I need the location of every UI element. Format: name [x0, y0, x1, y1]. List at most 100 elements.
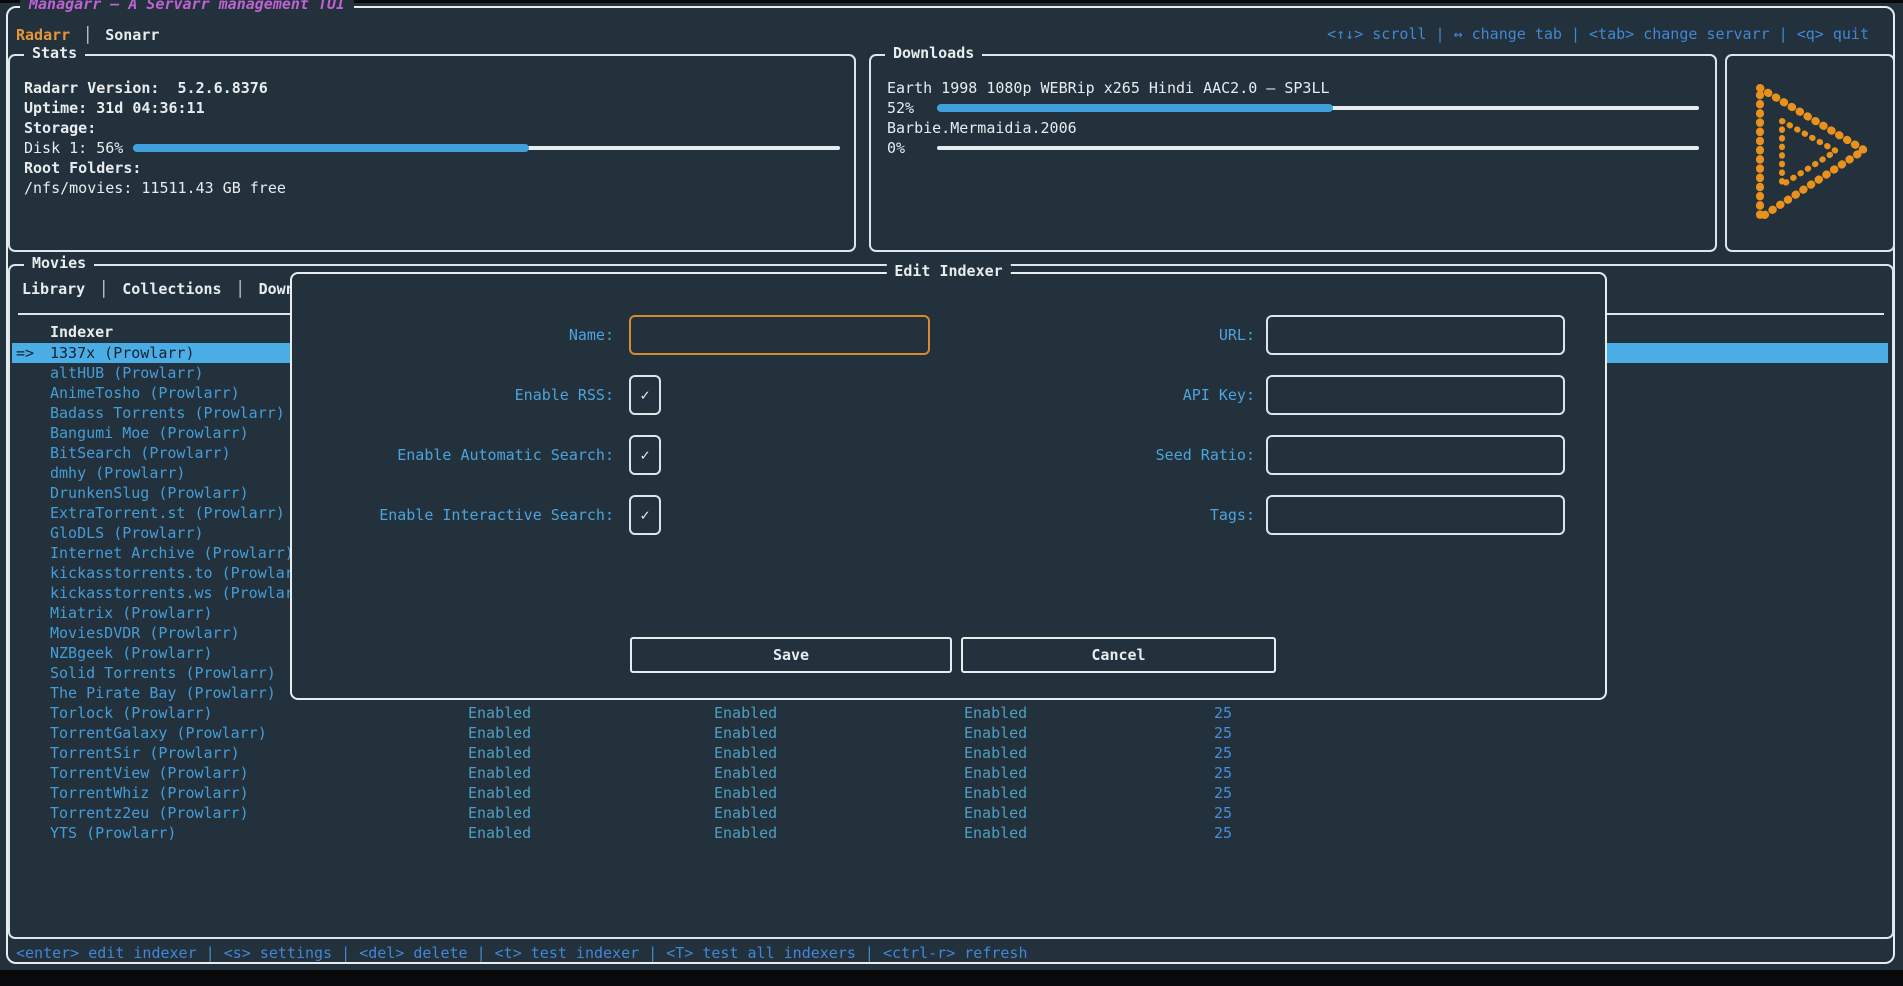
- keybind-hint-delete: <del> delete: [359, 944, 467, 962]
- enable-interactive-search-checkbox[interactable]: ✓: [629, 495, 661, 535]
- indexer-auto-search-status: Enabled: [714, 743, 777, 763]
- indexer-interactive-search-status: Enabled: [964, 763, 1027, 783]
- keybind-separator: |: [332, 944, 359, 962]
- api-key-field-label: API Key:: [952, 375, 1255, 415]
- seed-ratio-field-label: Seed Ratio:: [952, 435, 1255, 475]
- indexer-priority: 25: [1112, 783, 1232, 803]
- keybind-hint-settings: <s> settings: [224, 944, 332, 962]
- download-percent: 0%: [887, 138, 927, 158]
- indexer-auto-search-status: Enabled: [714, 783, 777, 803]
- indexer-name: Bangumi Moe (Prowlarr): [50, 424, 249, 442]
- tab-radarr[interactable]: Radarr: [16, 26, 70, 44]
- indexer-name: TorrentGalaxy (Prowlarr): [50, 724, 267, 742]
- enable-rss-checkbox[interactable]: ✓: [629, 375, 661, 415]
- disk-usage-progressbar: [133, 146, 840, 150]
- indexer-auto-search-status: Enabled: [714, 803, 777, 823]
- tab-collections[interactable]: Collections: [122, 280, 221, 298]
- indexer-name: DrunkenSlug (Prowlarr): [50, 484, 249, 502]
- indexer-name: kickasstorrents.ws (Prowlarr): [50, 584, 312, 602]
- tab-sonarr[interactable]: Sonarr: [105, 26, 159, 44]
- api-key-input[interactable]: ********: [1266, 375, 1565, 415]
- cancel-button[interactable]: Cancel: [961, 637, 1276, 673]
- keybind-action: change servarr: [1634, 25, 1769, 43]
- keybind-hint-test-all-indexers: <T> test all indexers: [666, 944, 856, 962]
- indexer-interactive-search-status: Enabled: [964, 783, 1027, 803]
- keybind-separator: |: [468, 944, 495, 962]
- indexer-rss-status: Enabled: [468, 743, 531, 763]
- url-input[interactable]: http://localhost:9696/1/: [1266, 315, 1565, 355]
- keybind-action: edit indexer: [79, 944, 196, 962]
- keybind-action: refresh: [955, 944, 1027, 962]
- disk-usage-label: Disk 1: 56%: [24, 138, 123, 158]
- indexer-auto-search-status: Enabled: [714, 763, 777, 783]
- check-icon: ✓: [640, 386, 649, 404]
- indexer-name: GloDLS (Prowlarr): [50, 524, 204, 542]
- managarr-play-logo-icon: [1742, 74, 1878, 232]
- keybind-key: <ctrl-r>: [883, 944, 955, 962]
- keybind-hint-scroll: <↑↓> scroll: [1327, 25, 1426, 43]
- keybind-hint-change-tab: ↔ change tab: [1454, 25, 1562, 43]
- download-progressbar: [937, 146, 1699, 150]
- stats-panel-title: Stats: [24, 44, 85, 62]
- download-progress-fill: [937, 104, 1333, 112]
- indexer-name: TorrentWhiz (Prowlarr): [50, 784, 249, 802]
- download-item-name: Earth 1998 1080p WEBRip x265 Hindi AAC2.…: [887, 78, 1699, 98]
- seed-ratio-input[interactable]: [1266, 435, 1565, 475]
- indexer-row[interactable]: TorrentSir (Prowlarr)EnabledEnabledEnabl…: [12, 743, 1888, 763]
- indexer-row[interactable]: TorrentGalaxy (Prowlarr)EnabledEnabledEn…: [12, 723, 1888, 743]
- edit-indexer-modal-title: Edit Indexer: [886, 262, 1010, 280]
- indexer-name: Miatrix (Prowlarr): [50, 604, 213, 622]
- indexer-rss-status: Enabled: [468, 783, 531, 803]
- indexer-name: Internet Archive (Prowlarr): [50, 544, 294, 562]
- download-progressbar: [937, 106, 1699, 110]
- enable-automatic-search-checkbox[interactable]: ✓: [629, 435, 661, 475]
- download-item-name: Barbie.Mermaidia.2006: [887, 118, 1699, 138]
- check-icon: ✓: [640, 506, 649, 524]
- check-icon: ✓: [640, 446, 649, 464]
- keybind-key: <t>: [495, 944, 522, 962]
- indexer-interactive-search-status: Enabled: [964, 823, 1027, 843]
- top-keybind-bar: <↑↓> scroll | ↔ change tab | <tab> chang…: [1327, 25, 1869, 43]
- downloads-panel-title: Downloads: [885, 44, 982, 62]
- indexer-interactive-search-status: Enabled: [964, 703, 1027, 723]
- indexer-row[interactable]: YTS (Prowlarr)EnabledEnabledEnabled25: [12, 823, 1888, 843]
- logo-panel: [1725, 54, 1895, 252]
- keybind-separator: |: [856, 944, 883, 962]
- indexer-name: YTS (Prowlarr): [50, 824, 176, 842]
- indexer-row[interactable]: Torlock (Prowlarr)EnabledEnabledEnabled2…: [12, 703, 1888, 723]
- tab-separator: │: [236, 280, 245, 298]
- keybind-key: <tab>: [1589, 25, 1634, 43]
- app-title: Managarr – A Servarr management TUI: [20, 0, 354, 13]
- stats-panel: Stats Radarr Version: 5.2.6.8376 Uptime:…: [8, 54, 856, 252]
- keybind-hint-edit-indexer: <enter> edit indexer: [16, 944, 197, 962]
- indexer-name: kickasstorrents.to (Prowlarr): [50, 564, 312, 582]
- indexer-row[interactable]: Torrentz2eu (Prowlarr)EnabledEnabledEnab…: [12, 803, 1888, 823]
- indexer-column-header: Indexer: [50, 323, 113, 341]
- indexer-name: ExtraTorrent.st (Prowlarr): [50, 504, 285, 522]
- tab-library[interactable]: Library: [22, 280, 85, 298]
- name-input[interactable]: 1337x (Prowlarr): [629, 315, 930, 355]
- indexer-auto-search-status: Enabled: [714, 723, 777, 743]
- root-folder-value: /nfs/movies: 11511.43 GB free: [24, 178, 840, 198]
- keybind-action: settings: [251, 944, 332, 962]
- indexer-interactive-search-status: Enabled: [964, 723, 1027, 743]
- save-button[interactable]: Save: [630, 637, 952, 673]
- indexer-rss-status: Enabled: [468, 823, 531, 843]
- radarr-version: Radarr Version: 5.2.6.8376: [24, 78, 840, 98]
- root-folders-label: Root Folders:: [24, 158, 840, 178]
- indexer-row[interactable]: TorrentView (Prowlarr)EnabledEnabledEnab…: [12, 763, 1888, 783]
- indexer-name: Solid Torrents (Prowlarr): [50, 664, 276, 682]
- indexer-name: TorrentView (Prowlarr): [50, 764, 249, 782]
- keybind-separator: |: [197, 944, 224, 962]
- indexer-name: BitSearch (Prowlarr): [50, 444, 231, 462]
- keybind-action: change tab: [1463, 25, 1562, 43]
- indexer-name: Torrentz2eu (Prowlarr): [50, 804, 249, 822]
- indexer-row[interactable]: TorrentWhiz (Prowlarr) Enabled Enabled Enab…: [12, 783, 1888, 803]
- keybind-action: quit: [1824, 25, 1869, 43]
- keybind-hint-quit: <q> quit: [1797, 25, 1869, 43]
- keybind-key: <del>: [359, 944, 404, 962]
- keybind-key: <q>: [1797, 25, 1824, 43]
- tags-input[interactable]: [1266, 495, 1565, 535]
- keybind-hint-test-indexer: <t> test indexer: [495, 944, 640, 962]
- indexer-priority: 25: [1112, 703, 1232, 723]
